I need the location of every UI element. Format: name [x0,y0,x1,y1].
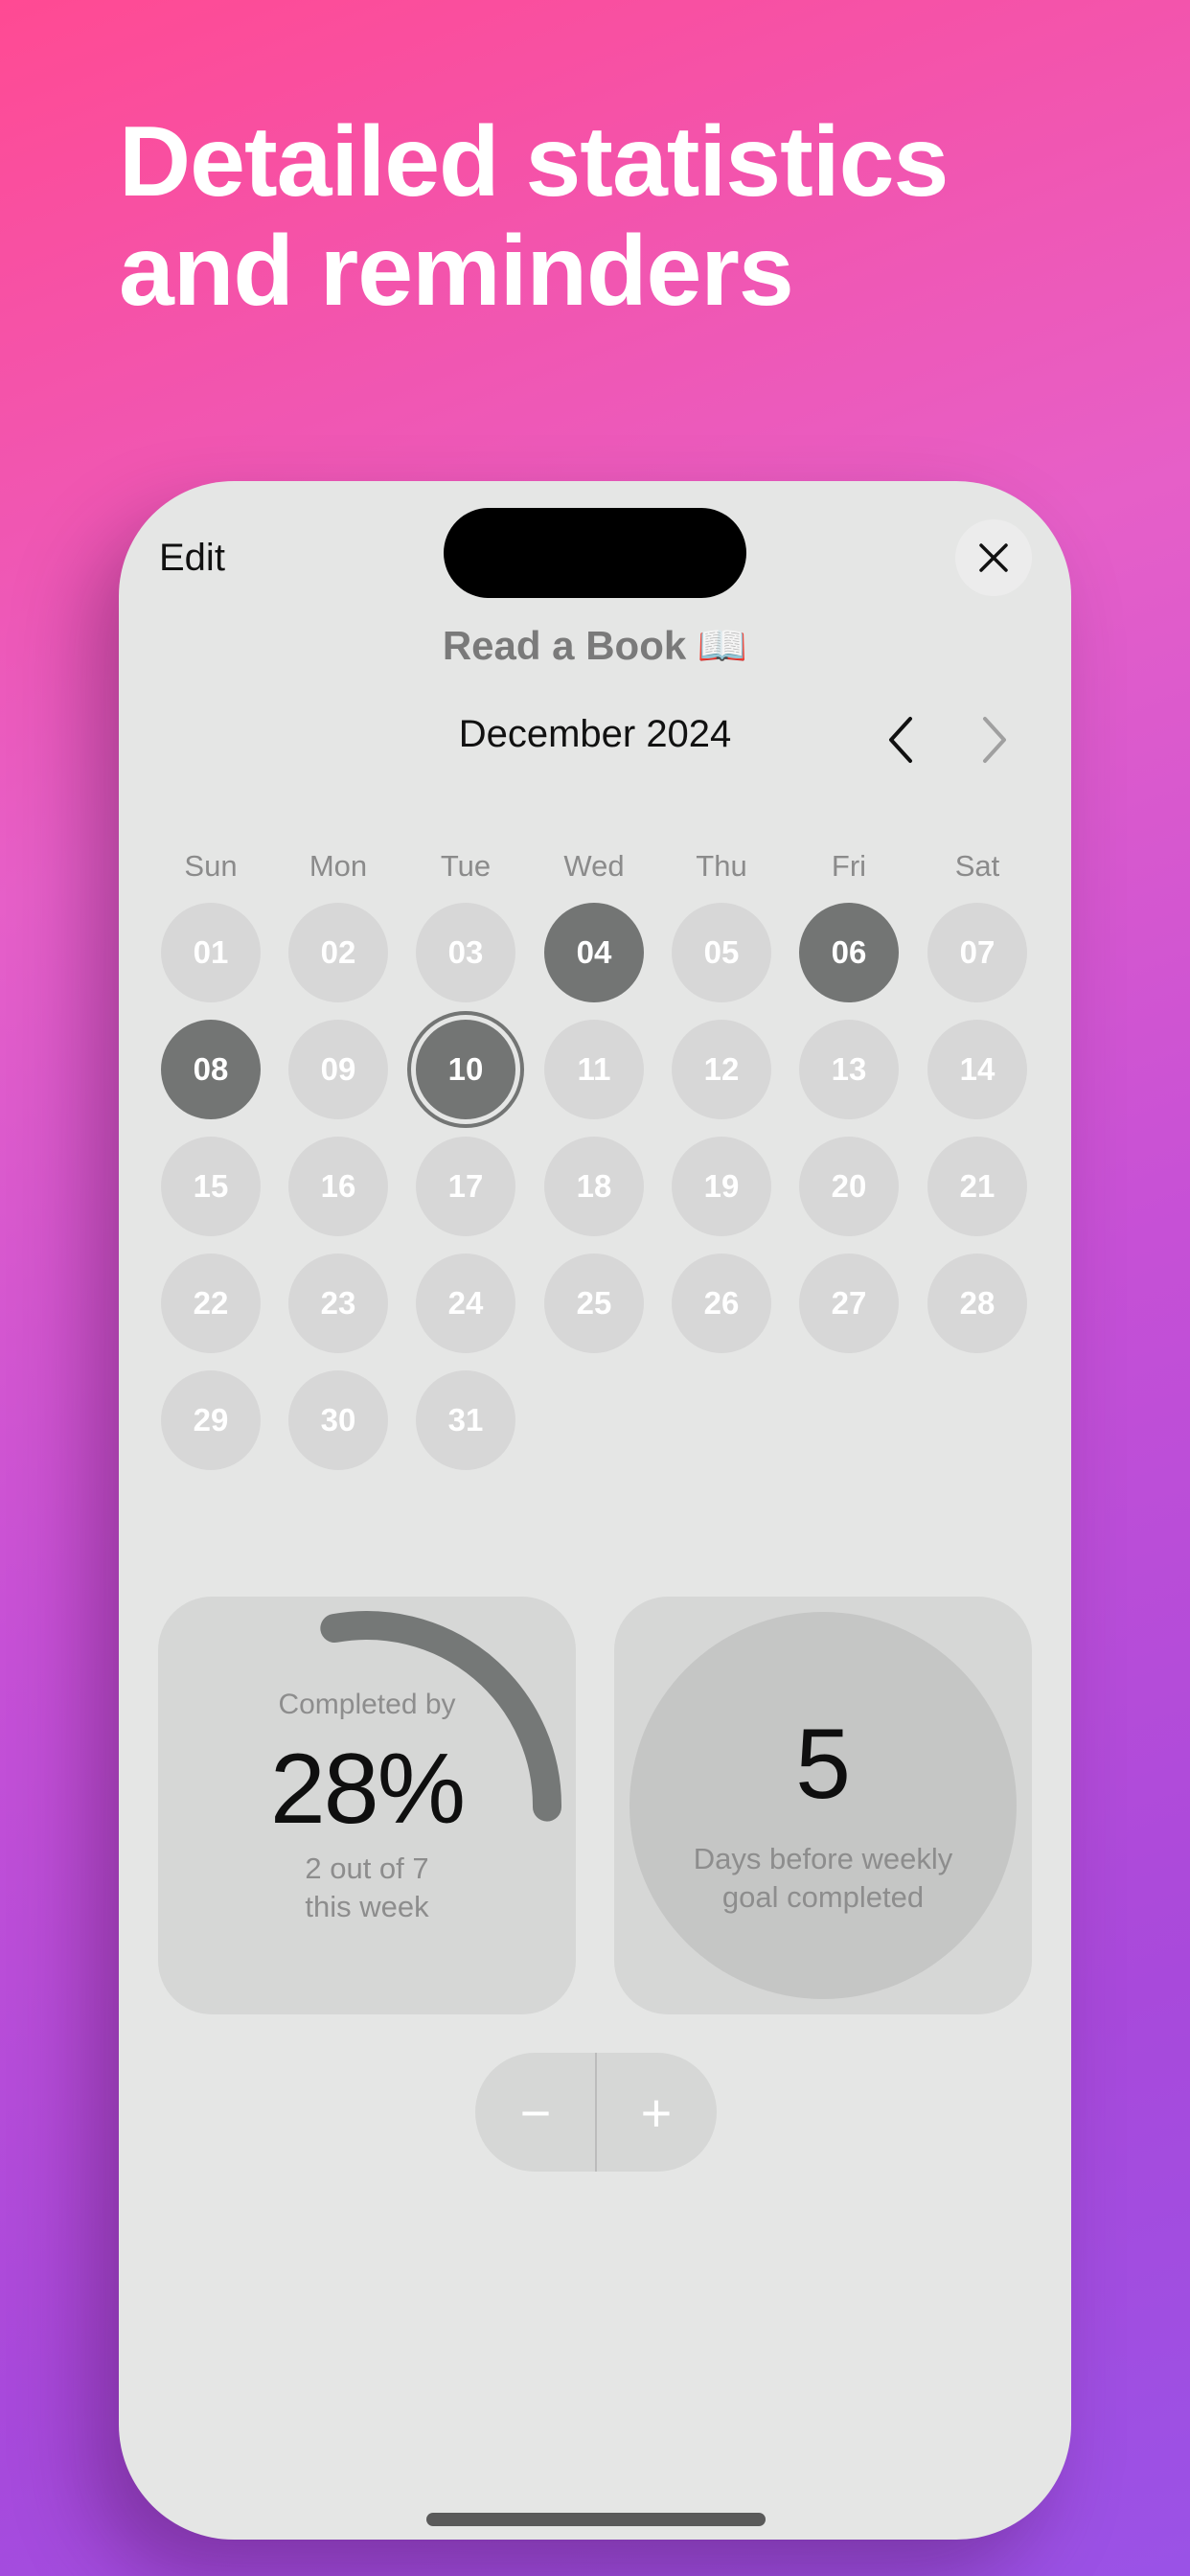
promo-headline: Detailed statistics and reminders [119,107,1125,326]
calendar-day[interactable]: 23 [288,1254,388,1353]
calendar-day[interactable]: 16 [288,1137,388,1236]
close-icon [979,543,1008,572]
goal-caption-line-1: Days before weekly [693,1842,953,1875]
progress-stepper: − + [475,2053,717,2172]
goal-caption-line-2: goal completed [721,1880,925,1914]
increment-button[interactable]: + [596,2053,717,2172]
close-button[interactable] [955,519,1032,596]
calendar-day[interactable]: 02 [288,903,388,1002]
weekday-label: Thu [696,849,747,883]
calendar-day[interactable]: 22 [161,1254,261,1353]
phone-frame: Edit Read a Book 📖 December 2024 Sun Mon… [119,481,1071,2540]
weekday-label: Tue [440,849,492,883]
headline-line-1: Detailed statistics [119,106,949,218]
headline-line-2: and reminders [119,216,794,327]
calendar-day[interactable]: 24 [416,1254,515,1353]
goal-card: 5 Days before weekly goal completed [614,1597,1032,2014]
home-indicator [426,2513,766,2526]
calendar-day[interactable]: 19 [672,1137,771,1236]
weekday-header: Sun Mon Tue Wed Thu Fri Sat [119,849,1071,887]
calendar-day[interactable]: 09 [288,1020,388,1119]
calendar-day[interactable]: 26 [672,1254,771,1353]
month-label: December 2024 [458,713,732,755]
calendar-day[interactable]: 12 [672,1020,771,1119]
calendar-day[interactable]: 01 [161,903,261,1002]
calendar-day[interactable]: 29 [161,1370,261,1470]
calendar-day[interactable]: 28 [927,1254,1027,1353]
previous-month-button[interactable] [878,711,926,769]
chevron-left-icon [889,717,912,763]
calendar-day[interactable]: 06 [799,903,899,1002]
habit-title: Read a Book 📖 [442,623,748,668]
dynamic-island [444,508,746,598]
calendar-day[interactable]: 21 [927,1137,1027,1236]
completion-percent: 28% [269,1734,466,1845]
calendar-day[interactable]: 04 [544,903,644,1002]
decrement-button[interactable]: − [475,2053,596,2172]
completion-period: this week [305,1890,429,1923]
weekday-label: Fri [831,849,867,883]
calendar-day[interactable]: 11 [544,1020,644,1119]
calendar-day[interactable]: 03 [416,903,515,1002]
weekday-label: Sat [954,849,1000,883]
next-month-button[interactable] [970,711,1018,769]
calendar-day[interactable]: 15 [161,1137,261,1236]
completed-by-label: Completed by [278,1689,456,1720]
edit-button[interactable]: Edit [159,537,225,580]
calendar-day[interactable]: 27 [799,1254,899,1353]
calendar-day[interactable]: 31 [416,1370,515,1470]
weekday-label: Sun [184,849,238,883]
calendar-day[interactable]: 20 [799,1137,899,1236]
weekday-label: Wed [563,849,625,883]
calendar-day[interactable]: 14 [927,1020,1027,1119]
calendar-day[interactable]: 25 [544,1254,644,1353]
calendar-day[interactable]: 05 [672,903,771,1002]
chevron-right-icon [983,717,1006,763]
completion-count: 2 out of 7 [305,1852,429,1885]
calendar-day[interactable]: 30 [288,1370,388,1470]
calendar-day[interactable]: 10 [416,1020,515,1119]
calendar-day[interactable]: 08 [161,1020,261,1119]
calendar-day[interactable]: 13 [799,1020,899,1119]
calendar-day[interactable]: 17 [416,1137,515,1236]
weekday-label: Mon [309,849,368,883]
days-remaining-value: 5 [795,1709,851,1820]
calendar-day[interactable]: 07 [927,903,1027,1002]
calendar-day[interactable]: 18 [544,1137,644,1236]
completion-card: Completed by 28% 2 out of 7 this week [158,1597,576,2014]
